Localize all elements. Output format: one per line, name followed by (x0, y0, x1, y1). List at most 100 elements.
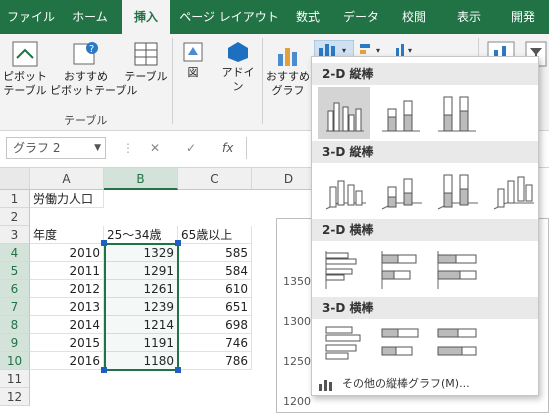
table-cell[interactable]: 2016 (30, 352, 104, 370)
ribbon-separator (172, 38, 173, 124)
3d-clustered-bar-option[interactable] (318, 319, 370, 371)
clustered-column-icon (326, 102, 364, 132)
row-header[interactable]: 4 (0, 244, 30, 262)
tab-developer[interactable]: 開発 (500, 0, 546, 34)
table-button[interactable]: テーブル (124, 40, 168, 84)
3d-stacked-bar-option[interactable] (374, 319, 426, 371)
fx-icon[interactable]: fx (222, 141, 233, 155)
stacked-bar-option[interactable] (374, 243, 426, 295)
illustrations-label: 図 (187, 66, 199, 79)
row-header[interactable]: 5 (0, 262, 30, 280)
tab-formulas[interactable]: 数式 (286, 0, 330, 34)
percent-stacked-bar-icon (437, 251, 477, 289)
tab-view[interactable]: 表示 (444, 0, 494, 34)
percent-stacked-column-option[interactable] (430, 87, 482, 139)
addins-label: アドイ ン (221, 66, 255, 93)
table-cell[interactable]: 2015 (30, 334, 104, 352)
table-label: テーブル (124, 70, 168, 83)
table-cell[interactable]: 2013 (30, 298, 104, 316)
y-tick-label: 1200 (283, 395, 311, 408)
tab-data[interactable]: データ (336, 0, 386, 34)
range-handle[interactable] (101, 367, 107, 373)
table-cell[interactable]: 585 (178, 244, 252, 262)
column-header-b[interactable]: B (104, 168, 178, 190)
row-header[interactable]: 8 (0, 316, 30, 334)
cell-a1[interactable]: 労働力人口 (30, 190, 104, 208)
illustrations-button[interactable]: 図 (178, 40, 208, 80)
enter-icon[interactable]: ✓ (186, 141, 196, 155)
clustered-bar-option[interactable] (318, 243, 370, 295)
more-column-charts-link[interactable]: その他の縦棒グラフ(M)... (312, 373, 538, 395)
recommended-pivot-icon: ? (73, 42, 98, 65)
range-handle[interactable] (101, 240, 107, 246)
3d-column-icon (493, 176, 534, 210)
stacked-column-option[interactable] (374, 87, 426, 139)
3d-percent-stacked-bar-option[interactable] (430, 319, 482, 371)
tab-home[interactable]: ホーム (62, 0, 118, 34)
chevron-down-icon[interactable]: ▼ (94, 138, 101, 158)
table-cell[interactable]: 746 (178, 334, 252, 352)
table-cell[interactable]: 2011 (30, 262, 104, 280)
pivot-table-icon (12, 41, 38, 67)
cell-b3[interactable]: 25～34歳 (104, 226, 178, 244)
recommended-charts-button[interactable]: おすすめ グラフ (264, 40, 312, 98)
cell-c3[interactable]: 65歳以上 (178, 226, 252, 244)
column-chart-gallery[interactable]: 2-D 縦棒 3-D 縦棒 2-D 横棒 3-D 横棒 その他の縦棒グラフ(M)… (311, 56, 539, 396)
ribbon-tabs-bar: ファイル ホーム 挿入 ページ レイアウト 数式 データ 校閲 表示 開発 (0, 0, 549, 34)
column-header-c[interactable]: C (178, 168, 252, 190)
section-header-3d-bar: 3-D 横棒 (312, 297, 538, 319)
row-header[interactable]: 2 (0, 208, 30, 226)
3d-clustered-column-option[interactable] (318, 165, 370, 217)
tab-file[interactable]: ファイル (0, 0, 62, 34)
table-cell[interactable]: 2014 (30, 316, 104, 334)
table-cell[interactable]: 786 (178, 352, 252, 370)
3d-percent-stacked-column-option[interactable] (430, 165, 482, 217)
column-header-a[interactable]: A (30, 168, 104, 190)
range-handle[interactable] (175, 367, 181, 373)
recommended-charts-label: おすすめ グラフ (266, 70, 310, 97)
section-header-2d-column: 2-D 縦棒 (312, 63, 538, 85)
stacked-column-icon (382, 100, 420, 132)
percent-stacked-column-icon (438, 96, 476, 132)
table-cell[interactable]: 2010 (30, 244, 104, 262)
3d-percent-stacked-column-icon (437, 174, 478, 210)
3d-column-option[interactable] (486, 165, 538, 217)
tab-review[interactable]: 校閲 (392, 0, 436, 34)
3d-percent-stacked-bar-icon (437, 328, 477, 356)
row-header[interactable]: 3 (0, 226, 30, 244)
row-header[interactable]: 9 (0, 334, 30, 352)
addins-icon (228, 42, 248, 62)
table-cell[interactable]: 2012 (30, 280, 104, 298)
row-header[interactable]: 1 (0, 190, 30, 208)
more-column-charts-label: その他の縦棒グラフ(M)... (342, 377, 470, 390)
row-header[interactable]: 6 (0, 280, 30, 298)
table-cell[interactable]: 584 (178, 262, 252, 280)
name-box[interactable]: グラフ 2 ▼ (6, 137, 106, 159)
3d-stacked-column-option[interactable] (374, 165, 426, 217)
cancel-icon[interactable]: ✕ (150, 141, 160, 155)
table-cell[interactable]: 610 (178, 280, 252, 298)
table-cell[interactable]: 651 (178, 298, 252, 316)
tab-page-layout[interactable]: ページ レイアウト (176, 0, 282, 34)
ribbon-separator (262, 38, 263, 124)
cell-a3[interactable]: 年度 (30, 226, 104, 244)
clustered-column-option[interactable] (318, 87, 370, 139)
group-label-table: テーブル (64, 114, 108, 127)
tab-insert[interactable]: 挿入 (122, 0, 170, 34)
row-header[interactable]: 7 (0, 298, 30, 316)
row-header[interactable]: 11 (0, 370, 30, 388)
table-cell[interactable]: 698 (178, 316, 252, 334)
percent-stacked-bar-option[interactable] (430, 243, 482, 295)
svg-text:▾: ▾ (376, 46, 380, 55)
row-header[interactable]: 10 (0, 352, 30, 370)
shapes-icon (183, 42, 203, 62)
recommended-pivot-button[interactable]: ? おすすめ ピボットテーブル (50, 40, 137, 98)
range-handle[interactable] (175, 240, 181, 246)
formula-bar-grip: ⋮ (122, 141, 134, 155)
y-tick-label: 1350 (283, 275, 311, 288)
svg-text:?: ? (89, 44, 94, 55)
row-header[interactable]: 12 (0, 388, 30, 406)
pivot-table-button[interactable]: ピボット テーブル (2, 40, 48, 98)
select-all-corner[interactable] (0, 168, 30, 190)
addins-button[interactable]: アドイ ン (218, 40, 258, 94)
